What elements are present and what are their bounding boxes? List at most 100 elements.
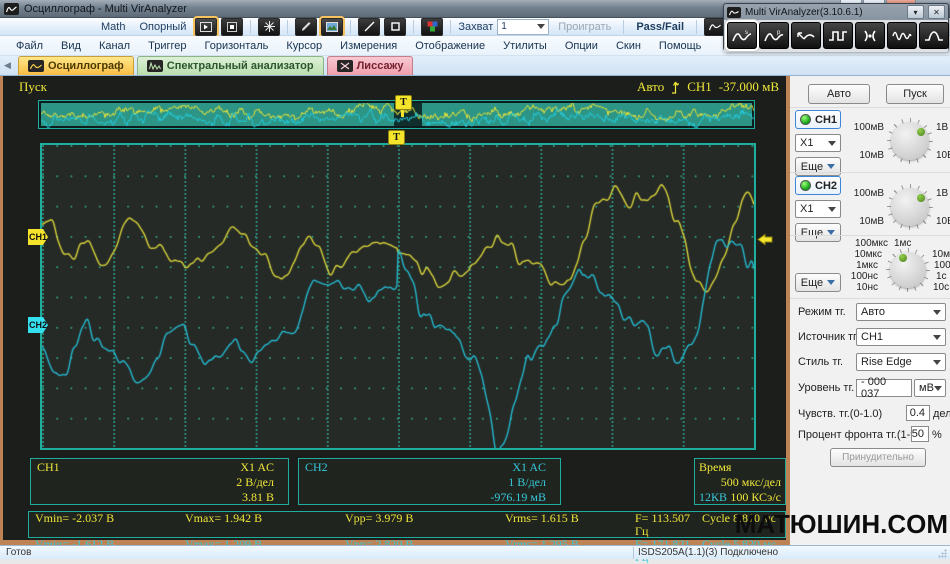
ch-waveforms-canvas bbox=[42, 145, 754, 448]
ch2-probe-select[interactable]: X1 bbox=[795, 200, 841, 218]
chevron-down-icon bbox=[827, 280, 836, 285]
sample-rate: 100 КСэ/с bbox=[730, 490, 781, 504]
trigger-source: CH1 bbox=[687, 79, 712, 94]
autoset-icon[interactable] bbox=[258, 17, 281, 36]
resize-grip-icon[interactable] bbox=[938, 549, 947, 558]
capture-count-select[interactable]: 1 bbox=[497, 18, 550, 35]
timebase-more-button[interactable]: Еще bbox=[795, 273, 841, 292]
collapse-icon[interactable]: ▾ bbox=[907, 5, 924, 19]
ch2-knob-label-10mv: 10мВ bbox=[859, 216, 884, 227]
ch2-knob-label-100mv: 100мВ bbox=[853, 188, 884, 199]
ch1-probe-select[interactable]: X1 bbox=[795, 134, 841, 152]
tab-spectrum-analyzer[interactable]: Спектральный анализатор bbox=[136, 56, 324, 75]
trigger-mode: Авто bbox=[636, 79, 665, 94]
time-title: Время bbox=[699, 460, 732, 474]
time-info-box: Время 500 мкс/дел 12КВ 100 КСэ/с bbox=[694, 458, 786, 505]
auto-button[interactable]: Авто bbox=[808, 84, 870, 104]
pen-icon[interactable] bbox=[295, 17, 318, 36]
passfail-button[interactable]: Pass/Fail bbox=[631, 20, 689, 34]
scope-wave-button[interactable]: s bbox=[727, 22, 757, 49]
capture-label: Захват bbox=[458, 20, 494, 33]
spectrum-icon bbox=[146, 60, 163, 72]
trigger-source-label: Источник тг. bbox=[798, 331, 859, 343]
close-icon[interactable]: ✕ bbox=[928, 5, 945, 19]
ch1-vrms: Vrms= 1.615 В bbox=[505, 511, 579, 525]
spectrum-wave-button[interactable]: p bbox=[759, 22, 789, 49]
ch2-led-icon bbox=[800, 180, 811, 191]
reference-button[interactable]: Опорный bbox=[134, 20, 191, 34]
menu-trigger[interactable]: Триггер bbox=[140, 38, 194, 54]
floating-title-bar[interactable]: Multi VirAnalyzer(3.10.6.1) ▾ ✕ bbox=[724, 4, 948, 20]
ch2-more-button[interactable]: Еще bbox=[795, 223, 841, 242]
play-button[interactable]: Проиграть bbox=[553, 20, 616, 34]
trigger-slope-input[interactable]: 50 bbox=[911, 426, 929, 442]
audio-wave-button[interactable] bbox=[855, 22, 885, 49]
menu-utilities[interactable]: Утилиты bbox=[495, 38, 555, 54]
ch1-enable-button[interactable]: CH1 bbox=[795, 110, 841, 129]
tab-scroll-left-icon[interactable]: ◀ bbox=[4, 58, 15, 73]
overview-trigger-flag[interactable]: T bbox=[395, 95, 412, 117]
ch2-enable-button[interactable]: CH2 bbox=[795, 176, 841, 195]
menu-skin[interactable]: Скин bbox=[608, 38, 649, 54]
ch1-knob-label-10v: 10В bbox=[936, 150, 950, 161]
timebase-knob[interactable] bbox=[886, 248, 930, 292]
tab-label: Лиссажу bbox=[356, 60, 404, 72]
force-trigger-button[interactable]: Принудительно bbox=[830, 448, 926, 467]
menu-options[interactable]: Опции bbox=[557, 38, 606, 54]
ch1-more-button[interactable]: Еще bbox=[795, 157, 841, 176]
floating-analyzer-window[interactable]: Multi VirAnalyzer(3.10.6.1) ▾ ✕ s p bbox=[723, 3, 949, 52]
pulse-wave-button[interactable] bbox=[919, 22, 949, 49]
divider bbox=[790, 235, 950, 236]
stop-icon[interactable] bbox=[221, 17, 244, 36]
run-stop-button[interactable] bbox=[195, 17, 218, 36]
trigger-level-input[interactable]: - 000 037 bbox=[856, 376, 912, 400]
time-label-10us: 10мкс bbox=[854, 249, 883, 260]
menu-cursor[interactable]: Курсор bbox=[278, 38, 330, 54]
menu-channel[interactable]: Канал bbox=[91, 38, 138, 54]
colors-icon[interactable] bbox=[421, 17, 444, 36]
plot-trigger-flag[interactable]: T bbox=[388, 130, 405, 145]
trigger-status: Авто CH1 -37.000 мВ bbox=[637, 79, 779, 95]
menu-help[interactable]: Помощь bbox=[651, 38, 710, 54]
window-title: Осциллограф - Multi VirAnalyzer bbox=[24, 2, 187, 15]
ch1-volts-knob[interactable] bbox=[887, 118, 933, 164]
trigger-style-select[interactable]: Rise Edge bbox=[856, 353, 946, 371]
ch2-probe-coupling: X1 AC bbox=[512, 460, 546, 474]
floating-window-title: Multi VirAnalyzer(3.10.6.1) bbox=[745, 6, 863, 18]
menu-file[interactable]: Файл bbox=[8, 38, 51, 54]
screenshot-icon[interactable] bbox=[321, 17, 344, 36]
trigger-mode-select[interactable]: Авто bbox=[856, 303, 946, 321]
divider bbox=[790, 107, 950, 108]
trigger-flag-stem bbox=[401, 110, 404, 117]
ch1-knob-label-100mv: 100мВ bbox=[853, 122, 884, 133]
run-button[interactable]: Пуск bbox=[886, 84, 944, 104]
damped-wave-button[interactable] bbox=[887, 22, 917, 49]
trigger-slope-label: Процент фронта тг.(1-99) bbox=[798, 429, 927, 441]
menu-horizontal[interactable]: Горизонталь bbox=[196, 38, 276, 54]
menu-display[interactable]: Отображение bbox=[407, 38, 493, 54]
trigger-level-unit-select[interactable]: мВ bbox=[914, 379, 946, 397]
line-tool-icon[interactable] bbox=[358, 17, 381, 36]
toolbar-separator bbox=[350, 19, 352, 34]
chevron-down-icon bbox=[933, 334, 941, 340]
square-wave-button[interactable] bbox=[823, 22, 853, 49]
rect-tool-icon[interactable] bbox=[384, 17, 407, 36]
trigger-sensitivity-label: Чувств. тг.(0-1.0) bbox=[798, 408, 883, 420]
trigger-sensitivity-input[interactable]: 0.4 bbox=[906, 405, 930, 421]
svg-text:s: s bbox=[745, 30, 748, 36]
record-wave-button[interactable] bbox=[791, 22, 821, 49]
menu-measure[interactable]: Измерения bbox=[332, 38, 405, 54]
analyzer-icon bbox=[727, 6, 741, 18]
menu-view[interactable]: Вид bbox=[53, 38, 89, 54]
oscilloscope-icon bbox=[28, 60, 44, 72]
trigger-level-marker[interactable] bbox=[757, 232, 774, 247]
chevron-down-icon bbox=[933, 385, 942, 391]
status-bar: Готов ISDS205A(1.1)(3) Подключено bbox=[0, 545, 950, 559]
tab-oscilloscope[interactable]: Осциллограф bbox=[18, 56, 134, 75]
trigger-slope-unit: % bbox=[932, 429, 942, 441]
ch2-volts-knob[interactable] bbox=[887, 184, 933, 230]
waveform-plot[interactable] bbox=[40, 143, 756, 450]
tab-lissajous[interactable]: Лиссажу bbox=[326, 56, 414, 75]
trigger-source-select[interactable]: CH1 bbox=[856, 328, 946, 346]
math-button[interactable]: Math bbox=[96, 20, 130, 34]
